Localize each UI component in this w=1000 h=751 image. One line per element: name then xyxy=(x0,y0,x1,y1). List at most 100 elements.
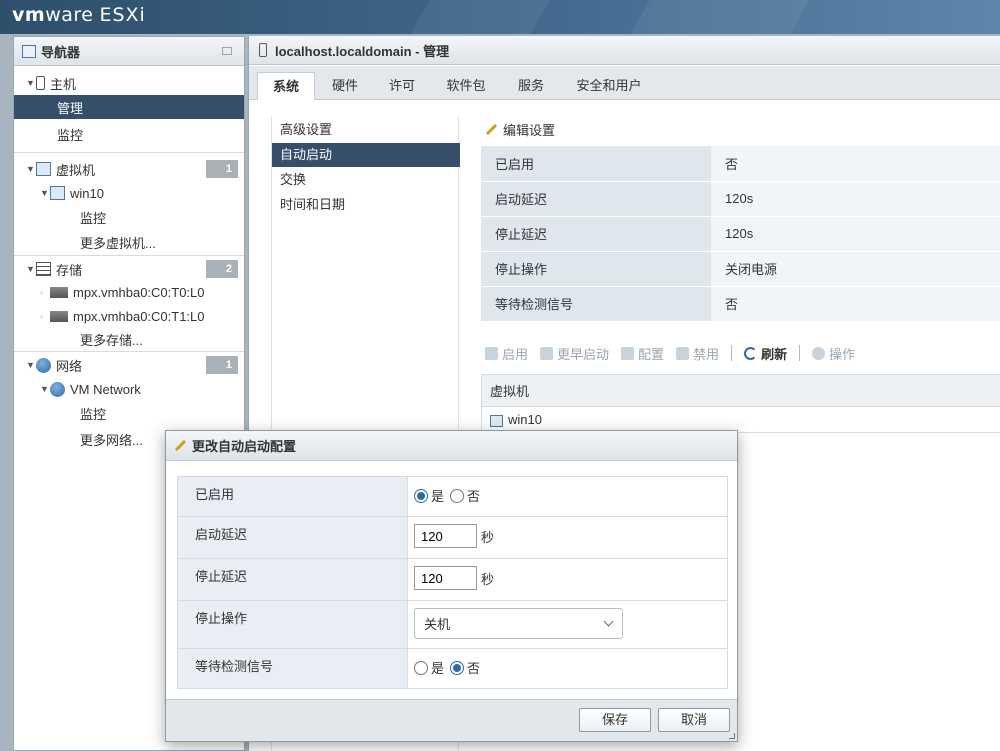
start-earlier-icon xyxy=(540,346,554,360)
refresh-icon xyxy=(744,346,758,360)
sidebar-item-more-storage[interactable]: 更多存储... xyxy=(14,327,244,351)
divider xyxy=(14,152,244,153)
edit-settings-link[interactable]: 编辑设置 xyxy=(485,120,555,139)
tab-hardware[interactable]: 硬件 xyxy=(319,72,371,100)
sidebar-item-storage-device[interactable]: › mpx.vmhba0:C0:T0:L0 xyxy=(14,280,244,304)
tab-license[interactable]: 许可 xyxy=(377,72,427,100)
dialog-header: 更改自动启动配置 xyxy=(166,431,737,461)
vm-table: 虚拟机 win10 xyxy=(481,374,1000,433)
radio-label: 是 xyxy=(431,661,445,676)
expand-arrow-icon[interactable]: ▼ xyxy=(26,264,36,274)
host-icon xyxy=(259,43,267,57)
main-header: localhost.localdomain - 管理 xyxy=(249,36,1000,65)
enabled-no-radio[interactable] xyxy=(450,488,465,503)
enabled-label: 已启用 xyxy=(177,476,408,517)
refresh-button[interactable]: 刷新 xyxy=(744,344,787,363)
change-autostart-dialog: 更改自动启动配置 已启用 是 否 启动延迟 秒 停止延迟 xyxy=(165,430,738,742)
heartbeat-label: 等待检测信号 xyxy=(177,648,408,689)
expand-arrow-icon[interactable]: ▼ xyxy=(26,78,36,88)
tab-security-users[interactable]: 安全和用户 xyxy=(567,72,651,100)
sidebar-item-label: 网络 xyxy=(56,358,83,374)
sidebar-item-more-vms[interactable]: 更多虚拟机... xyxy=(14,230,244,254)
configure-icon xyxy=(621,346,635,360)
selected-value: 关机 xyxy=(424,617,451,632)
storage-icon xyxy=(36,262,51,276)
tab-packages[interactable]: 软件包 xyxy=(435,72,497,100)
sidebar-item-vm-monitor[interactable]: 监控 xyxy=(14,205,244,229)
disk-icon xyxy=(50,286,68,298)
unit-label: 秒 xyxy=(481,529,495,545)
enabled-yes-radio[interactable] xyxy=(414,488,428,503)
start-delay-input[interactable] xyxy=(414,524,477,548)
sidebar-item-network[interactable]: ▼ 网络 1 xyxy=(14,353,244,377)
sidebar-item-label: mpx.vmhba0:C0:T0:L0 xyxy=(73,284,205,300)
dialog-footer: 保存 取消 xyxy=(166,699,737,741)
sidebar-item-storage-device[interactable]: › mpx.vmhba0:C0:T1:L0 xyxy=(14,304,244,328)
enable-button[interactable]: 启用 xyxy=(485,344,528,363)
stop-delay-input[interactable] xyxy=(414,566,477,590)
stop-action-select[interactable]: 关机 xyxy=(414,608,623,639)
subnav-autostart[interactable]: 自动启动 xyxy=(272,143,460,167)
top-header: vmware ESXi xyxy=(0,0,1000,34)
expand-arrow-icon[interactable]: › xyxy=(40,287,50,297)
divider xyxy=(14,351,244,352)
network-icon xyxy=(50,381,65,397)
disable-button[interactable]: 禁用 xyxy=(676,344,719,363)
form-row: 已启用 是 否 xyxy=(177,476,728,517)
cancel-button[interactable]: 取消 xyxy=(658,708,730,732)
sidebar-item-label: 虚拟机 xyxy=(56,162,96,178)
subnav-time-date[interactable]: 时间和日期 xyxy=(272,193,460,217)
toolbar-divider xyxy=(731,345,733,361)
vm-icon xyxy=(50,186,65,200)
tab-system[interactable]: 系统 xyxy=(257,72,315,100)
heartbeat-no-radio[interactable] xyxy=(450,660,465,675)
vm-icon xyxy=(36,162,51,176)
resize-handle[interactable] xyxy=(729,733,735,739)
header-stripe xyxy=(630,0,810,34)
navigator-title: 导航器 xyxy=(41,44,81,60)
configure-button[interactable]: 配置 xyxy=(621,344,664,363)
actions-button[interactable]: 操作 xyxy=(812,344,855,363)
expand-arrow-icon[interactable]: › xyxy=(40,311,50,321)
network-icon xyxy=(36,357,51,373)
save-button[interactable]: 保存 xyxy=(579,708,651,732)
autostart-config-form: 已启用 是 否 启动延迟 秒 停止延迟 秒 xyxy=(177,476,728,689)
sidebar-item-label: 存储 xyxy=(56,262,83,278)
stop-delay-label: 停止延迟 xyxy=(177,558,408,601)
vm-toolbar: 启用 更早启动 配置 禁用 刷新 操作 xyxy=(485,342,867,364)
vm-count-badge: 1 xyxy=(206,160,238,178)
subnav-advanced-settings[interactable]: 高级设置 xyxy=(272,118,460,142)
navigator-icon xyxy=(22,44,36,58)
expand-arrow-icon[interactable]: ▼ xyxy=(26,164,36,174)
start-earlier-button[interactable]: 更早启动 xyxy=(540,344,609,363)
collapse-panel-icon[interactable] xyxy=(222,47,232,55)
tab-services[interactable]: 服务 xyxy=(505,72,557,100)
subnav-swap[interactable]: 交换 xyxy=(272,168,460,192)
column-header-vm[interactable]: 虚拟机 xyxy=(481,374,1000,407)
heartbeat-yes-radio[interactable] xyxy=(414,660,428,675)
sidebar-item-win10[interactable]: ▼ win10 xyxy=(14,181,244,205)
sidebar-item-label: 更多虚拟机... xyxy=(80,235,156,251)
sidebar-item-host-monitor[interactable]: 监控 xyxy=(14,122,244,146)
sidebar-item-storage[interactable]: ▼ 存储 2 xyxy=(14,257,244,281)
sidebar-item-net-monitor[interactable]: 监控 xyxy=(14,401,244,425)
table-row: 启动延迟 120s xyxy=(481,181,1000,217)
toolbar-divider xyxy=(799,345,801,361)
table-row[interactable]: win10 xyxy=(481,406,1000,433)
vm-name: win10 xyxy=(508,412,542,427)
form-row: 等待检测信号 是 否 xyxy=(177,648,728,689)
expand-arrow-icon[interactable]: ▼ xyxy=(40,188,50,198)
sidebar-item-label: 更多网络... xyxy=(80,432,143,448)
setting-key: 停止延迟 xyxy=(481,216,711,252)
sidebar-item-manage[interactable]: 管理 xyxy=(14,95,244,119)
stop-action-label: 停止操作 xyxy=(177,600,408,649)
expand-arrow-icon[interactable]: ▼ xyxy=(26,360,36,370)
setting-value: 否 xyxy=(711,286,1000,322)
sidebar-item-host[interactable]: ▼ 主机 xyxy=(14,71,244,95)
sidebar-item-vm-network[interactable]: ▼ VM Network xyxy=(14,377,244,401)
sidebar-item-vms[interactable]: ▼ 虚拟机 1 xyxy=(14,157,244,181)
expand-arrow-icon[interactable]: ▼ xyxy=(40,384,50,394)
radio-label: 否 xyxy=(467,661,481,676)
setting-key: 启动延迟 xyxy=(481,181,711,217)
setting-value: 120s xyxy=(711,181,1000,217)
